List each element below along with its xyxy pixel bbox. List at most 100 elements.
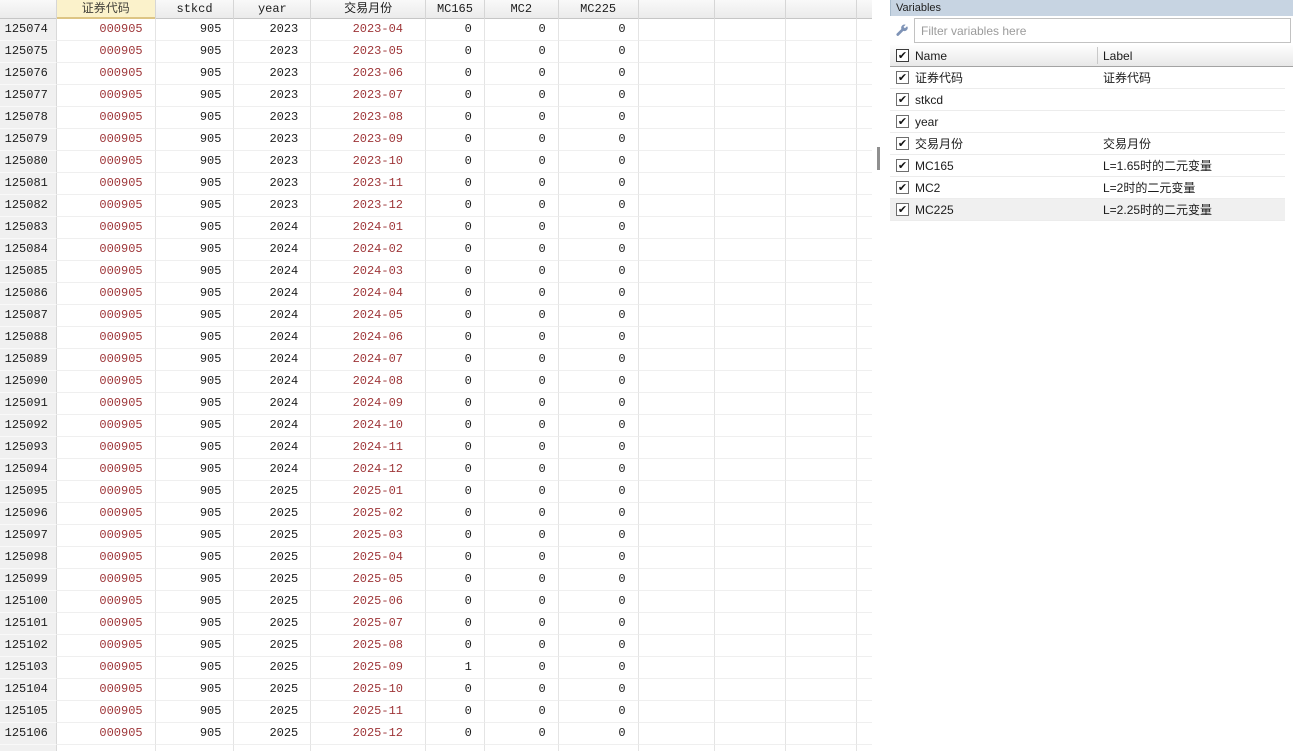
cell-mc165[interactable]: 0 [426, 107, 485, 129]
cell-stkcd[interactable]: 905 [155, 459, 235, 481]
cell-empty[interactable] [857, 173, 872, 195]
cell-year[interactable]: 2023 [234, 195, 312, 217]
cell-month[interactable]: 2024-09 [311, 393, 426, 415]
cell-mc165[interactable]: 0 [426, 195, 485, 217]
variable-row[interactable]: ✔ stkcd [890, 89, 1285, 111]
cell-mc225[interactable]: 0 [558, 173, 639, 195]
cell-mc2[interactable]: 0 [484, 195, 559, 217]
row-number[interactable]: 125103 [0, 657, 57, 679]
cell-empty[interactable] [638, 173, 716, 195]
row-number[interactable]: 125101 [0, 613, 57, 635]
row-number[interactable]: 125090 [0, 371, 57, 393]
cell-empty[interactable] [715, 415, 787, 437]
cell-stkcd[interactable]: 905 [155, 635, 235, 657]
cell-mc225[interactable]: 0 [558, 415, 639, 437]
cell-year[interactable]: 2024 [234, 217, 312, 239]
cell-month[interactable]: 2025-02 [311, 503, 426, 525]
cell-year[interactable]: 2024 [234, 349, 312, 371]
cell-empty[interactable] [786, 415, 858, 437]
cell-mc225[interactable]: 0 [558, 437, 639, 459]
cell-mc225[interactable]: 0 [558, 151, 639, 173]
row-number[interactable]: 125076 [0, 63, 57, 85]
cell-seccode[interactable]: 000905 [56, 261, 156, 283]
label-column-header[interactable]: Label [1103, 49, 1132, 63]
cell-empty[interactable] [786, 635, 858, 657]
cell-empty[interactable] [715, 613, 787, 635]
cell-seccode[interactable]: 000905 [56, 635, 156, 657]
cell-empty[interactable] [786, 393, 858, 415]
cell-empty[interactable] [638, 129, 716, 151]
cell-empty[interactable] [638, 525, 716, 547]
cell-stkcd[interactable]: 905 [155, 393, 235, 415]
variable-checkbox[interactable]: ✔ [896, 181, 909, 194]
cell-year[interactable]: 2024 [234, 327, 312, 349]
cell-month[interactable]: 2024-01 [311, 217, 426, 239]
cell-empty[interactable] [786, 85, 858, 107]
cell-empty[interactable] [857, 107, 872, 129]
cell-empty[interactable] [715, 371, 787, 393]
cell-seccode[interactable]: 000905 [56, 371, 156, 393]
cell-month[interactable]: 2023-07 [311, 85, 426, 107]
cell-year[interactable]: 2025 [234, 635, 312, 657]
cell-seccode[interactable]: 000905 [56, 701, 156, 723]
cell-empty[interactable] [786, 63, 858, 85]
cell-stkcd[interactable]: 905 [155, 283, 235, 305]
cell-mc2[interactable]: 0 [484, 305, 559, 327]
cell-empty[interactable] [715, 283, 787, 305]
cell-mc2[interactable]: 0 [484, 217, 559, 239]
row-number[interactable]: 125098 [0, 547, 57, 569]
row-number[interactable]: 125079 [0, 129, 57, 151]
cell-mc225[interactable] [558, 745, 639, 751]
wrench-icon[interactable] [894, 23, 910, 39]
cell-seccode[interactable]: 000905 [56, 613, 156, 635]
cell-empty[interactable] [786, 569, 858, 591]
cell-year[interactable]: 2023 [234, 129, 312, 151]
cell-year[interactable]: 2025 [234, 503, 312, 525]
cell-mc2[interactable]: 0 [484, 525, 559, 547]
cell-empty[interactable] [786, 151, 858, 173]
cell-stkcd[interactable]: 905 [155, 217, 235, 239]
cell-mc165[interactable]: 0 [426, 569, 485, 591]
cell-empty[interactable] [638, 701, 716, 723]
cell-mc165[interactable]: 0 [426, 635, 485, 657]
cell-seccode[interactable]: 000905 [56, 41, 156, 63]
column-header-year[interactable]: year [234, 0, 312, 19]
row-number[interactable]: 125097 [0, 525, 57, 547]
variables-filter-input[interactable] [914, 18, 1291, 43]
cell-mc225[interactable]: 0 [558, 217, 639, 239]
cell-empty[interactable] [857, 261, 872, 283]
cell-empty[interactable] [857, 569, 872, 591]
cell-stkcd[interactable]: 905 [155, 173, 235, 195]
cell-empty[interactable] [638, 349, 716, 371]
cell-seccode[interactable]: 000905 [56, 217, 156, 239]
cell-empty[interactable] [638, 305, 716, 327]
cell-empty[interactable] [638, 327, 716, 349]
cell-empty[interactable] [857, 305, 872, 327]
cell-empty[interactable] [857, 63, 872, 85]
cell-year[interactable]: 2025 [234, 547, 312, 569]
cell-empty[interactable] [715, 723, 787, 745]
column-header-seccode[interactable]: 证券代码 [56, 0, 156, 19]
cell-month[interactable]: 2024-04 [311, 283, 426, 305]
cell-mc165[interactable]: 0 [426, 459, 485, 481]
cell-empty[interactable] [786, 657, 858, 679]
cell-empty[interactable] [786, 459, 858, 481]
cell-mc225[interactable]: 0 [558, 481, 639, 503]
cell-mc165[interactable]: 0 [426, 283, 485, 305]
cell-seccode[interactable]: 000905 [56, 349, 156, 371]
cell-stkcd[interactable]: 905 [155, 239, 235, 261]
cell-mc2[interactable]: 0 [484, 19, 559, 41]
cell-mc165[interactable]: 0 [426, 591, 485, 613]
cell-month[interactable]: 2025-12 [311, 723, 426, 745]
cell-stkcd[interactable]: 905 [155, 371, 235, 393]
cell-mc165[interactable]: 0 [426, 437, 485, 459]
column-header-stkcd[interactable]: stkcd [156, 0, 235, 19]
cell-empty[interactable] [715, 261, 787, 283]
cell-empty[interactable] [857, 679, 872, 701]
cell-empty[interactable] [857, 19, 872, 41]
cell-empty[interactable] [786, 283, 858, 305]
cell-mc165[interactable]: 1 [426, 657, 485, 679]
cell-empty[interactable] [715, 459, 787, 481]
cell-empty[interactable] [638, 393, 716, 415]
cell-empty[interactable] [715, 217, 787, 239]
